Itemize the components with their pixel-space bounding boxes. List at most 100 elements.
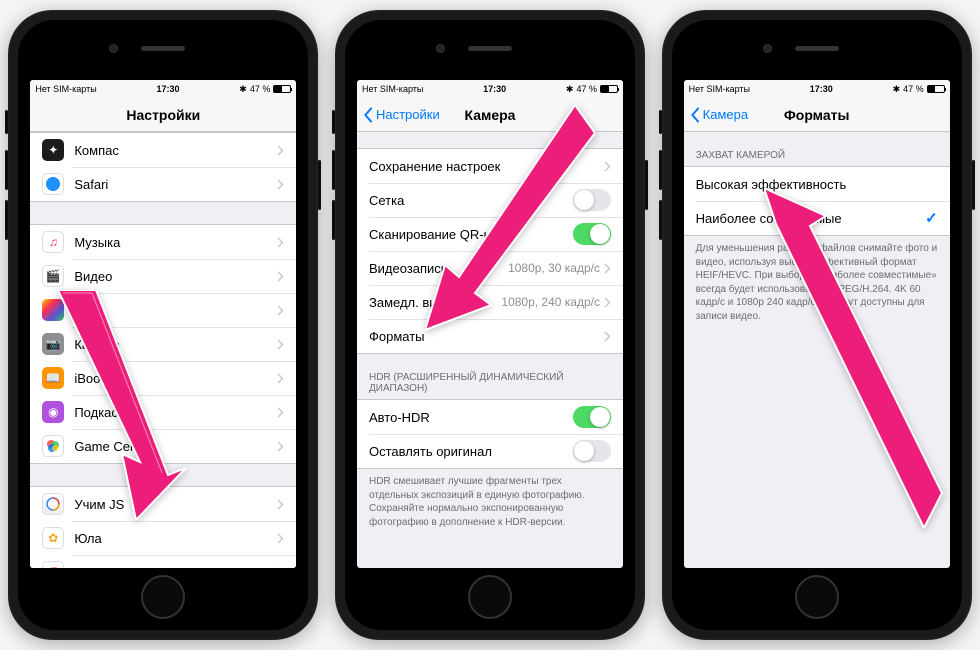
music-icon: ♫ <box>42 231 64 253</box>
row-ibooks[interactable]: 📖 iBooks <box>30 361 296 395</box>
row-app-yandex[interactable]: Я Яндекс <box>30 555 296 568</box>
chevron-right-icon <box>277 179 284 190</box>
chevron-right-icon <box>277 441 284 452</box>
row-app-js[interactable]: Учим JS <box>30 487 296 521</box>
row-label: Safari <box>74 177 277 192</box>
row-video-record[interactable]: Видеозапись 1080p, 30 кадр/с <box>357 251 623 285</box>
chevron-right-icon <box>277 407 284 418</box>
battery-icon <box>273 85 291 93</box>
row-label: Юла <box>74 531 277 546</box>
row-label: Сетка <box>369 193 573 208</box>
back-button[interactable]: Настройки <box>363 98 440 131</box>
ibooks-icon: 📖 <box>42 367 64 389</box>
carrier-text: Нет SIM-карты <box>689 84 750 94</box>
home-button[interactable] <box>795 575 839 619</box>
hdr-section-footer: HDR смешивает лучшие фрагменты трех отде… <box>357 469 623 533</box>
page-title: Форматы <box>784 107 850 123</box>
battery-percent: 47 % <box>903 84 924 94</box>
status-time: 17:30 <box>483 84 506 94</box>
row-most-compatible[interactable]: Наиболее совместимые ✓ <box>684 201 950 235</box>
formats-list[interactable]: ЗАХВАТ КАМЕРОЙ Высокая эффективность Наи… <box>684 132 950 568</box>
row-formats[interactable]: Форматы <box>357 319 623 353</box>
status-right: ✱ 47 % <box>239 84 291 95</box>
grid-toggle[interactable] <box>573 189 611 211</box>
podcasts-icon: ◉ <box>42 401 64 423</box>
row-label: Видео <box>74 269 277 284</box>
row-label: Камера <box>74 337 277 352</box>
row-keep-original[interactable]: Оставлять оригинал <box>357 434 623 468</box>
hdr-section-header: HDR (РАСШИРЕННЫЙ ДИНАМИЧЕСКИЙ ДИАПАЗОН) <box>357 354 623 399</box>
status-bar: Нет SIM-карты 17:30 ✱ 47 % <box>357 80 623 98</box>
compass-icon: ✦ <box>42 139 64 161</box>
row-label: Game Center <box>74 439 277 454</box>
photo-icon <box>42 299 64 321</box>
capture-header: ЗАХВАТ КАМЕРОЙ <box>684 132 950 166</box>
status-right: ✱ 47 % <box>893 84 945 95</box>
row-detail: 1080p, 30 кадр/с <box>508 261 600 275</box>
row-qr-scan[interactable]: Сканирование QR-кода <box>357 217 623 251</box>
checkmark-icon: ✓ <box>925 209 938 227</box>
row-safari[interactable]: Safari <box>30 167 296 201</box>
home-button[interactable] <box>468 575 512 619</box>
row-high-efficiency[interactable]: Высокая эффективность <box>684 167 950 201</box>
video-icon: 🎬 <box>42 265 64 287</box>
chevron-right-icon <box>277 237 284 248</box>
home-button[interactable] <box>141 575 185 619</box>
screen-settings: Нет SIM-карты 17:30 ✱ 47 % Настройки ✦ К… <box>30 80 296 568</box>
row-label: Авто-HDR <box>369 410 573 425</box>
row-detail: 1080p, 240 кадр/с <box>501 295 600 309</box>
chevron-right-icon <box>277 533 284 544</box>
row-gamecenter[interactable]: Game Center <box>30 429 296 463</box>
battery-percent: 47 % <box>250 84 271 94</box>
row-compass[interactable]: ✦ Компас <box>30 133 296 167</box>
bluetooth-icon: ✱ <box>893 84 901 95</box>
bluetooth-icon: ✱ <box>566 84 574 95</box>
row-label: Фото <box>74 303 277 318</box>
chevron-right-icon <box>604 297 611 308</box>
page-title: Камера <box>464 107 515 123</box>
row-app-youla[interactable]: ✿ Юла <box>30 521 296 555</box>
chevron-right-icon <box>277 373 284 384</box>
back-button[interactable]: Камера <box>690 98 748 131</box>
row-label: Подкасты <box>74 405 277 420</box>
chevron-right-icon <box>604 263 611 274</box>
row-label: Сканирование QR-кода <box>369 227 573 242</box>
row-podcasts[interactable]: ◉ Подкасты <box>30 395 296 429</box>
chevron-right-icon <box>277 339 284 350</box>
nav-bar: Настройки Камера <box>357 98 623 132</box>
battery-percent: 47 % <box>576 84 597 94</box>
page-title: Настройки <box>126 107 200 123</box>
row-music[interactable]: ♫ Музыка <box>30 225 296 259</box>
row-save-settings[interactable]: Сохранение настроек <box>357 149 623 183</box>
phone-mockup-2: Нет SIM-карты 17:30 ✱ 47 % Настройки Кам… <box>335 10 645 640</box>
camera-settings-list[interactable]: Сохранение настроек Сетка Сканирование Q… <box>357 132 623 568</box>
status-bar: Нет SIM-карты 17:30 ✱ 47 % <box>684 80 950 98</box>
row-grid[interactable]: Сетка <box>357 183 623 217</box>
row-label: Сохранение настроек <box>369 159 604 174</box>
auto-hdr-toggle[interactable] <box>573 406 611 428</box>
formats-footer: Для уменьшения размера файлов снимайте ф… <box>684 236 950 327</box>
back-label: Настройки <box>376 107 440 122</box>
row-label: Компас <box>74 143 277 158</box>
row-camera[interactable]: 📷 Камера <box>30 327 296 361</box>
phone-mockup-3: Нет SIM-карты 17:30 ✱ 47 % Камера Формат… <box>662 10 972 640</box>
row-label: Видеозапись <box>369 261 508 276</box>
chevron-right-icon <box>277 145 284 156</box>
chevron-right-icon <box>277 499 284 510</box>
row-label: Учим JS <box>74 497 277 512</box>
row-label: Музыка <box>74 235 277 250</box>
app-icon: ✿ <box>42 527 64 549</box>
keep-original-toggle[interactable] <box>573 440 611 462</box>
status-bar: Нет SIM-карты 17:30 ✱ 47 % <box>30 80 296 98</box>
carrier-text: Нет SIM-карты <box>362 84 423 94</box>
status-time: 17:30 <box>810 84 833 94</box>
settings-list[interactable]: ✦ Компас Safari ♫ Музыка <box>30 132 296 568</box>
row-photo[interactable]: Фото <box>30 293 296 327</box>
back-label: Камера <box>703 107 748 122</box>
row-auto-hdr[interactable]: Авто-HDR <box>357 400 623 434</box>
phone-mockup-1: Нет SIM-карты 17:30 ✱ 47 % Настройки ✦ К… <box>8 10 318 640</box>
row-slomo[interactable]: Замедл. видео 1080p, 240 кадр/с <box>357 285 623 319</box>
qr-toggle[interactable] <box>573 223 611 245</box>
row-video[interactable]: 🎬 Видео <box>30 259 296 293</box>
carrier-text: Нет SIM-карты <box>35 84 96 94</box>
